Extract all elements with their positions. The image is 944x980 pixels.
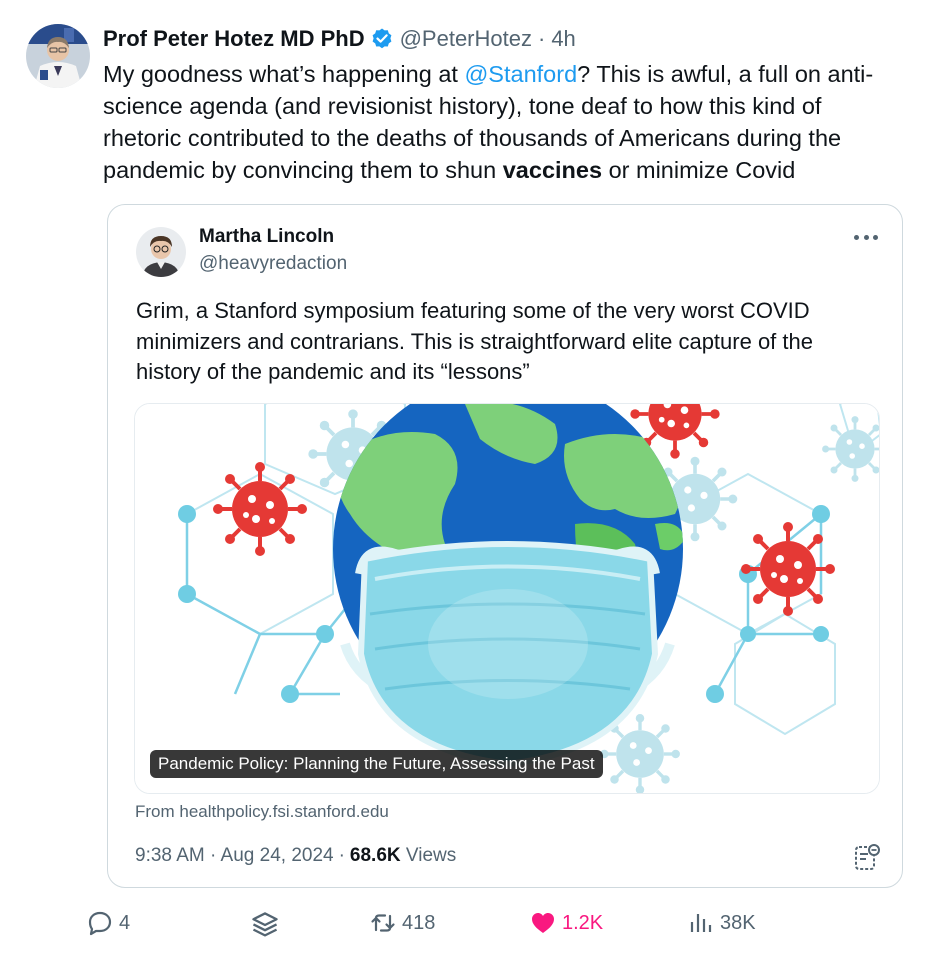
tweet-text-bold: vaccines bbox=[502, 157, 603, 183]
heart-icon bbox=[532, 913, 554, 933]
header-separator: · bbox=[537, 26, 546, 51]
tweet-text-part: or minimize Covid bbox=[602, 157, 796, 183]
author-name[interactable]: Prof Peter Hotez MD PhD bbox=[103, 26, 365, 52]
layers-icon bbox=[252, 912, 278, 937]
card-caption: Pandemic Policy: Planning the Future, As… bbox=[150, 750, 603, 778]
views-action-count: 38K bbox=[720, 911, 756, 934]
tweet-time[interactable]: 4h bbox=[551, 26, 575, 52]
like-button[interactable]: 1.2K bbox=[530, 910, 603, 936]
quote-author-avatar[interactable] bbox=[136, 227, 186, 277]
reply-count: 4 bbox=[119, 911, 131, 934]
author-handle[interactable]: @PeterHotez bbox=[400, 26, 532, 52]
reply-bubble-icon bbox=[88, 911, 112, 936]
quote-author-handle[interactable]: @heavyredaction bbox=[199, 253, 347, 275]
retweet-icon bbox=[371, 914, 395, 932]
views-count: 68.6K bbox=[349, 845, 401, 866]
quoted-tweet[interactable]: Martha Lincoln @heavyredaction Grim, a S… bbox=[107, 204, 903, 888]
grok-button[interactable] bbox=[250, 910, 286, 940]
quote-text: Grim, a Stanford symposium featuring som… bbox=[136, 298, 813, 384]
like-count: 1.2K bbox=[562, 911, 604, 934]
mention-link[interactable]: @Stanford bbox=[464, 61, 577, 87]
more-horizontal-icon[interactable] bbox=[854, 229, 878, 245]
community-notes-icon[interactable] bbox=[854, 843, 880, 871]
link-card[interactable]: Pandemic Policy: Planning the Future, As… bbox=[134, 403, 880, 794]
quote-meta: 9:38 AM · Aug 24, 2024 · 68.6K Views bbox=[135, 845, 456, 867]
author-avatar[interactable] bbox=[26, 24, 90, 88]
retweet-count: 418 bbox=[402, 911, 436, 934]
views-label: Views bbox=[405, 845, 457, 866]
meta-separator: · bbox=[338, 845, 345, 866]
tweet-header: Prof Peter Hotez MD PhD @PeterHotez · 4h bbox=[103, 22, 576, 56]
action-bar: 4 418 1.2K 38K bbox=[0, 910, 944, 950]
tweet-text-part: My goodness what’s happening at bbox=[103, 61, 465, 87]
verified-badge-icon bbox=[372, 28, 391, 49]
card-image bbox=[135, 404, 879, 793]
views-button[interactable]: 38K bbox=[688, 910, 756, 936]
retweet-button[interactable]: 418 bbox=[370, 910, 435, 936]
quote-author-name[interactable]: Martha Lincoln bbox=[199, 226, 334, 248]
quote-timestamp[interactable]: 9:38 AM · Aug 24, 2024 bbox=[135, 845, 334, 866]
bar-chart-icon bbox=[690, 914, 712, 932]
card-source[interactable]: From healthpolicy.fsi.stanford.edu bbox=[135, 802, 389, 822]
tweet-text: My goodness what’s happening at @Stanfor… bbox=[103, 58, 903, 186]
reply-button[interactable]: 4 bbox=[87, 910, 130, 936]
